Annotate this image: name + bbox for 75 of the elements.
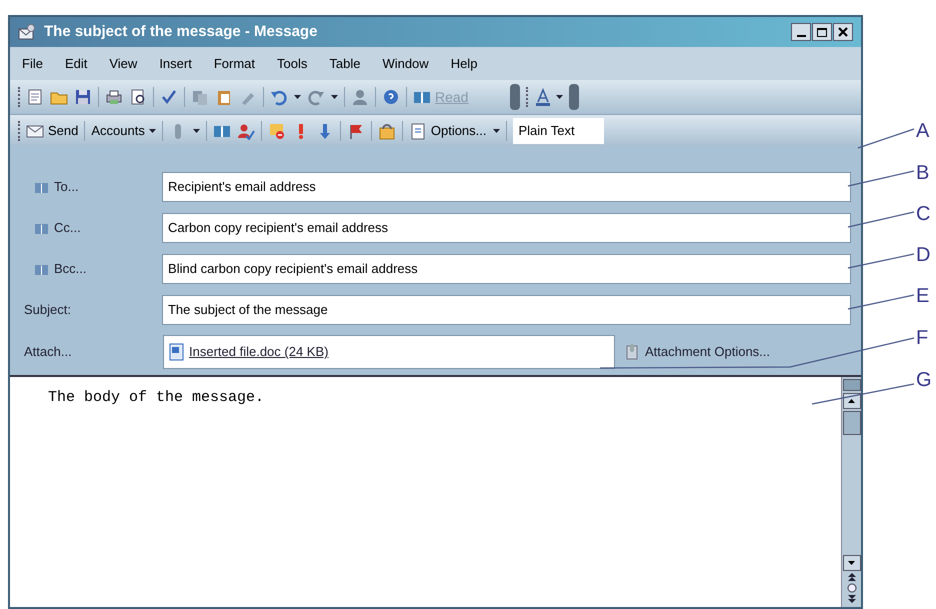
menu-item[interactable]: Insert (159, 54, 192, 74)
vertical-scrollbar[interactable] (841, 377, 861, 607)
attachment-link[interactable]: Inserted file.doc (24 KB) (189, 342, 328, 362)
input-field[interactable]: Carbon copy recipient's email address (162, 213, 851, 243)
minimize-button[interactable] (791, 23, 811, 41)
input-field[interactable]: The subject of the message (162, 295, 851, 325)
send-button[interactable]: Send (26, 120, 78, 140)
callout-letter: A (916, 119, 930, 144)
menu-item[interactable]: Help (450, 54, 478, 74)
redo-icon[interactable] (307, 88, 325, 106)
leader-line (847, 170, 915, 187)
menu-item[interactable]: Table (329, 54, 360, 74)
menu-item[interactable]: Tools (277, 54, 308, 74)
leader-line (847, 211, 915, 228)
toolbar-grip[interactable] (510, 84, 520, 110)
print-preview-icon[interactable] (129, 88, 147, 106)
address-button[interactable]: Cc... (24, 218, 162, 238)
dropdown-arrow-icon[interactable] (556, 95, 564, 99)
dropdown-arrow-icon[interactable] (331, 95, 338, 99)
close-icon (838, 27, 848, 37)
undo-icon[interactable] (270, 88, 288, 106)
field-label: Subject: (24, 301, 72, 320)
attachment-options-button[interactable]: Attachment Options... (625, 342, 770, 362)
select-browse-object-icon[interactable] (846, 583, 856, 593)
next-page-icon[interactable] (848, 595, 856, 603)
callout-letter: D (916, 243, 930, 268)
accounts-button[interactable]: Accounts (91, 120, 156, 140)
person-icon[interactable] (351, 88, 369, 106)
scrollbar-thumb[interactable] (842, 411, 860, 435)
callout-letter: B (916, 161, 930, 186)
word-document-icon[interactable] (169, 343, 185, 361)
dropdown-arrow-icon[interactable] (294, 95, 301, 99)
previous-page-icon[interactable] (848, 573, 856, 581)
scroll-down-icon[interactable] (842, 555, 860, 571)
address-button[interactable]: Bcc... (24, 259, 162, 279)
menu-item[interactable]: Window (382, 54, 429, 74)
body-text: The body of the message. (47, 388, 266, 408)
envelope-icon (18, 24, 36, 40)
options-button[interactable]: Options... (408, 120, 486, 140)
leader-line (847, 253, 915, 269)
paste-icon[interactable] (215, 88, 233, 106)
message-format-field[interactable]: Plain Text (512, 118, 604, 144)
attachment-field[interactable]: Inserted file.doc (24 KB) (163, 335, 615, 369)
menu-item[interactable]: View (109, 54, 138, 74)
callout-letter: E (916, 284, 930, 309)
scroll-up-icon[interactable] (842, 393, 860, 409)
toolbar-grip[interactable] (569, 84, 580, 110)
font-color-icon[interactable] (534, 88, 552, 106)
window-title: The subject of the message - Message (44, 22, 318, 42)
leader-line (847, 294, 915, 310)
new-document-icon[interactable] (26, 88, 44, 106)
spelling-check-icon[interactable] (160, 88, 178, 106)
dropdown-arrow-icon[interactable] (192, 128, 200, 132)
printer-icon[interactable] (105, 88, 123, 106)
menu-item[interactable]: Edit (64, 54, 88, 74)
callout-letter: F (916, 326, 928, 351)
check-names-icon[interactable] (236, 122, 255, 140)
callout-letter: G (916, 368, 932, 393)
input-field[interactable]: Blind carbon copy recipient's email address (162, 254, 851, 284)
help-icon[interactable] (382, 88, 400, 106)
input-field[interactable]: Recipient's email address (162, 172, 851, 202)
save-icon[interactable] (74, 88, 92, 106)
dropdown-arrow-icon[interactable] (148, 128, 156, 132)
field-label: Attach... (24, 343, 73, 362)
close-button[interactable] (833, 23, 853, 41)
document-icon[interactable] (408, 122, 427, 140)
message-body[interactable]: The body of the message. (10, 375, 861, 607)
leader-line (857, 128, 915, 149)
dropdown-arrow-icon[interactable] (492, 128, 500, 132)
menu-item[interactable]: Format (214, 54, 255, 74)
address-button[interactable]: To... (24, 177, 162, 197)
menu-item[interactable]: File (22, 54, 43, 74)
maximize-button[interactable] (812, 23, 832, 41)
callout-letter: C (916, 202, 930, 227)
split-handle[interactable] (842, 379, 860, 391)
